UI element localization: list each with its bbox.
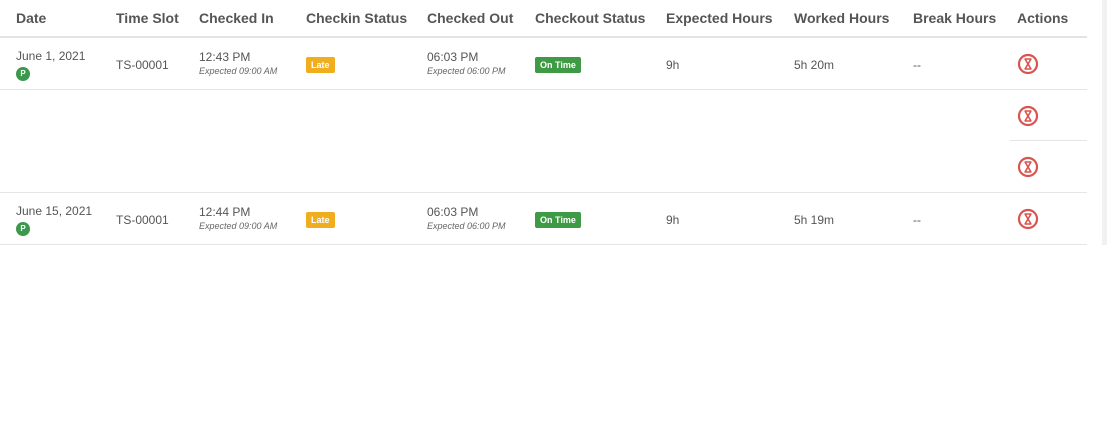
col-header-date[interactable]: Date — [16, 10, 46, 26]
checked-out-expected: Expected 06:00 PM — [427, 221, 506, 231]
row-break-hours: -- — [913, 213, 921, 227]
row-date: June 1, 2021 — [16, 49, 86, 63]
row-worked-hours: 5h 19m — [794, 213, 835, 227]
checkout-status-badge: On Time — [535, 212, 581, 228]
row-time-slot: TS-00001 — [116, 213, 169, 227]
checkin-status-badge: Late — [306, 57, 335, 73]
table-row — [0, 141, 1087, 193]
present-badge: P — [16, 222, 30, 236]
checked-in-expected: Expected 09:00 AM — [199, 66, 278, 76]
row-checked-in: 12:43 PM Expected 09:00 AM — [199, 50, 277, 76]
table-row: June 15, 2021 P TS-00001 12:44 PM Expect… — [0, 193, 1087, 245]
row-checked-out: 06:03 PM Expected 06:00 PM — [427, 50, 506, 76]
attendance-table: Date Time Slot Checked In Checkin Status… — [0, 0, 1087, 245]
row-date: June 15, 2021 — [16, 204, 93, 218]
row-checked-out: 06:03 PM Expected 06:00 PM — [427, 205, 506, 231]
col-header-checkout-status[interactable]: Checkout Status — [535, 10, 645, 26]
col-header-actions: Actions — [1017, 10, 1069, 26]
col-header-checked-out[interactable]: Checked Out — [427, 10, 513, 26]
checked-in-time: 12:44 PM — [199, 205, 251, 219]
scrollbar[interactable] — [1102, 0, 1107, 245]
checked-out-time: 06:03 PM — [427, 205, 479, 219]
hourglass-icon[interactable] — [1017, 105, 1039, 127]
checkout-status-badge: On Time — [535, 57, 581, 73]
hourglass-icon[interactable] — [1017, 208, 1039, 230]
col-header-break-hours[interactable]: Break Hours — [913, 10, 996, 26]
checked-in-time: 12:43 PM — [199, 50, 251, 64]
checkin-status-badge: Late — [306, 212, 335, 228]
col-header-worked-hours[interactable]: Worked Hours — [794, 10, 889, 26]
row-time-slot: TS-00001 — [116, 58, 169, 72]
col-header-expected-hours[interactable]: Expected Hours — [666, 10, 773, 26]
checked-out-expected: Expected 06:00 PM — [427, 66, 506, 76]
checked-in-expected: Expected 09:00 AM — [199, 221, 278, 231]
checked-out-time: 06:03 PM — [427, 50, 479, 64]
col-header-checkin-status[interactable]: Checkin Status — [306, 10, 407, 26]
table-row — [0, 90, 1087, 141]
present-badge: P — [16, 67, 30, 81]
col-header-time-slot[interactable]: Time Slot — [116, 10, 179, 26]
row-checked-in: 12:44 PM Expected 09:00 AM — [199, 205, 277, 231]
row-expected-hours: 9h — [666, 213, 680, 227]
table-header: Date Time Slot Checked In Checkin Status… — [0, 0, 1087, 38]
row-worked-hours: 5h 20m — [794, 58, 835, 72]
hourglass-icon[interactable] — [1017, 53, 1039, 75]
hourglass-icon[interactable] — [1017, 156, 1039, 178]
table-row: June 1, 2021 P TS-00001 12:43 PM Expecte… — [0, 38, 1087, 90]
col-header-checked-in[interactable]: Checked In — [199, 10, 274, 26]
row-expected-hours: 9h — [666, 58, 680, 72]
row-break-hours: -- — [913, 58, 921, 72]
